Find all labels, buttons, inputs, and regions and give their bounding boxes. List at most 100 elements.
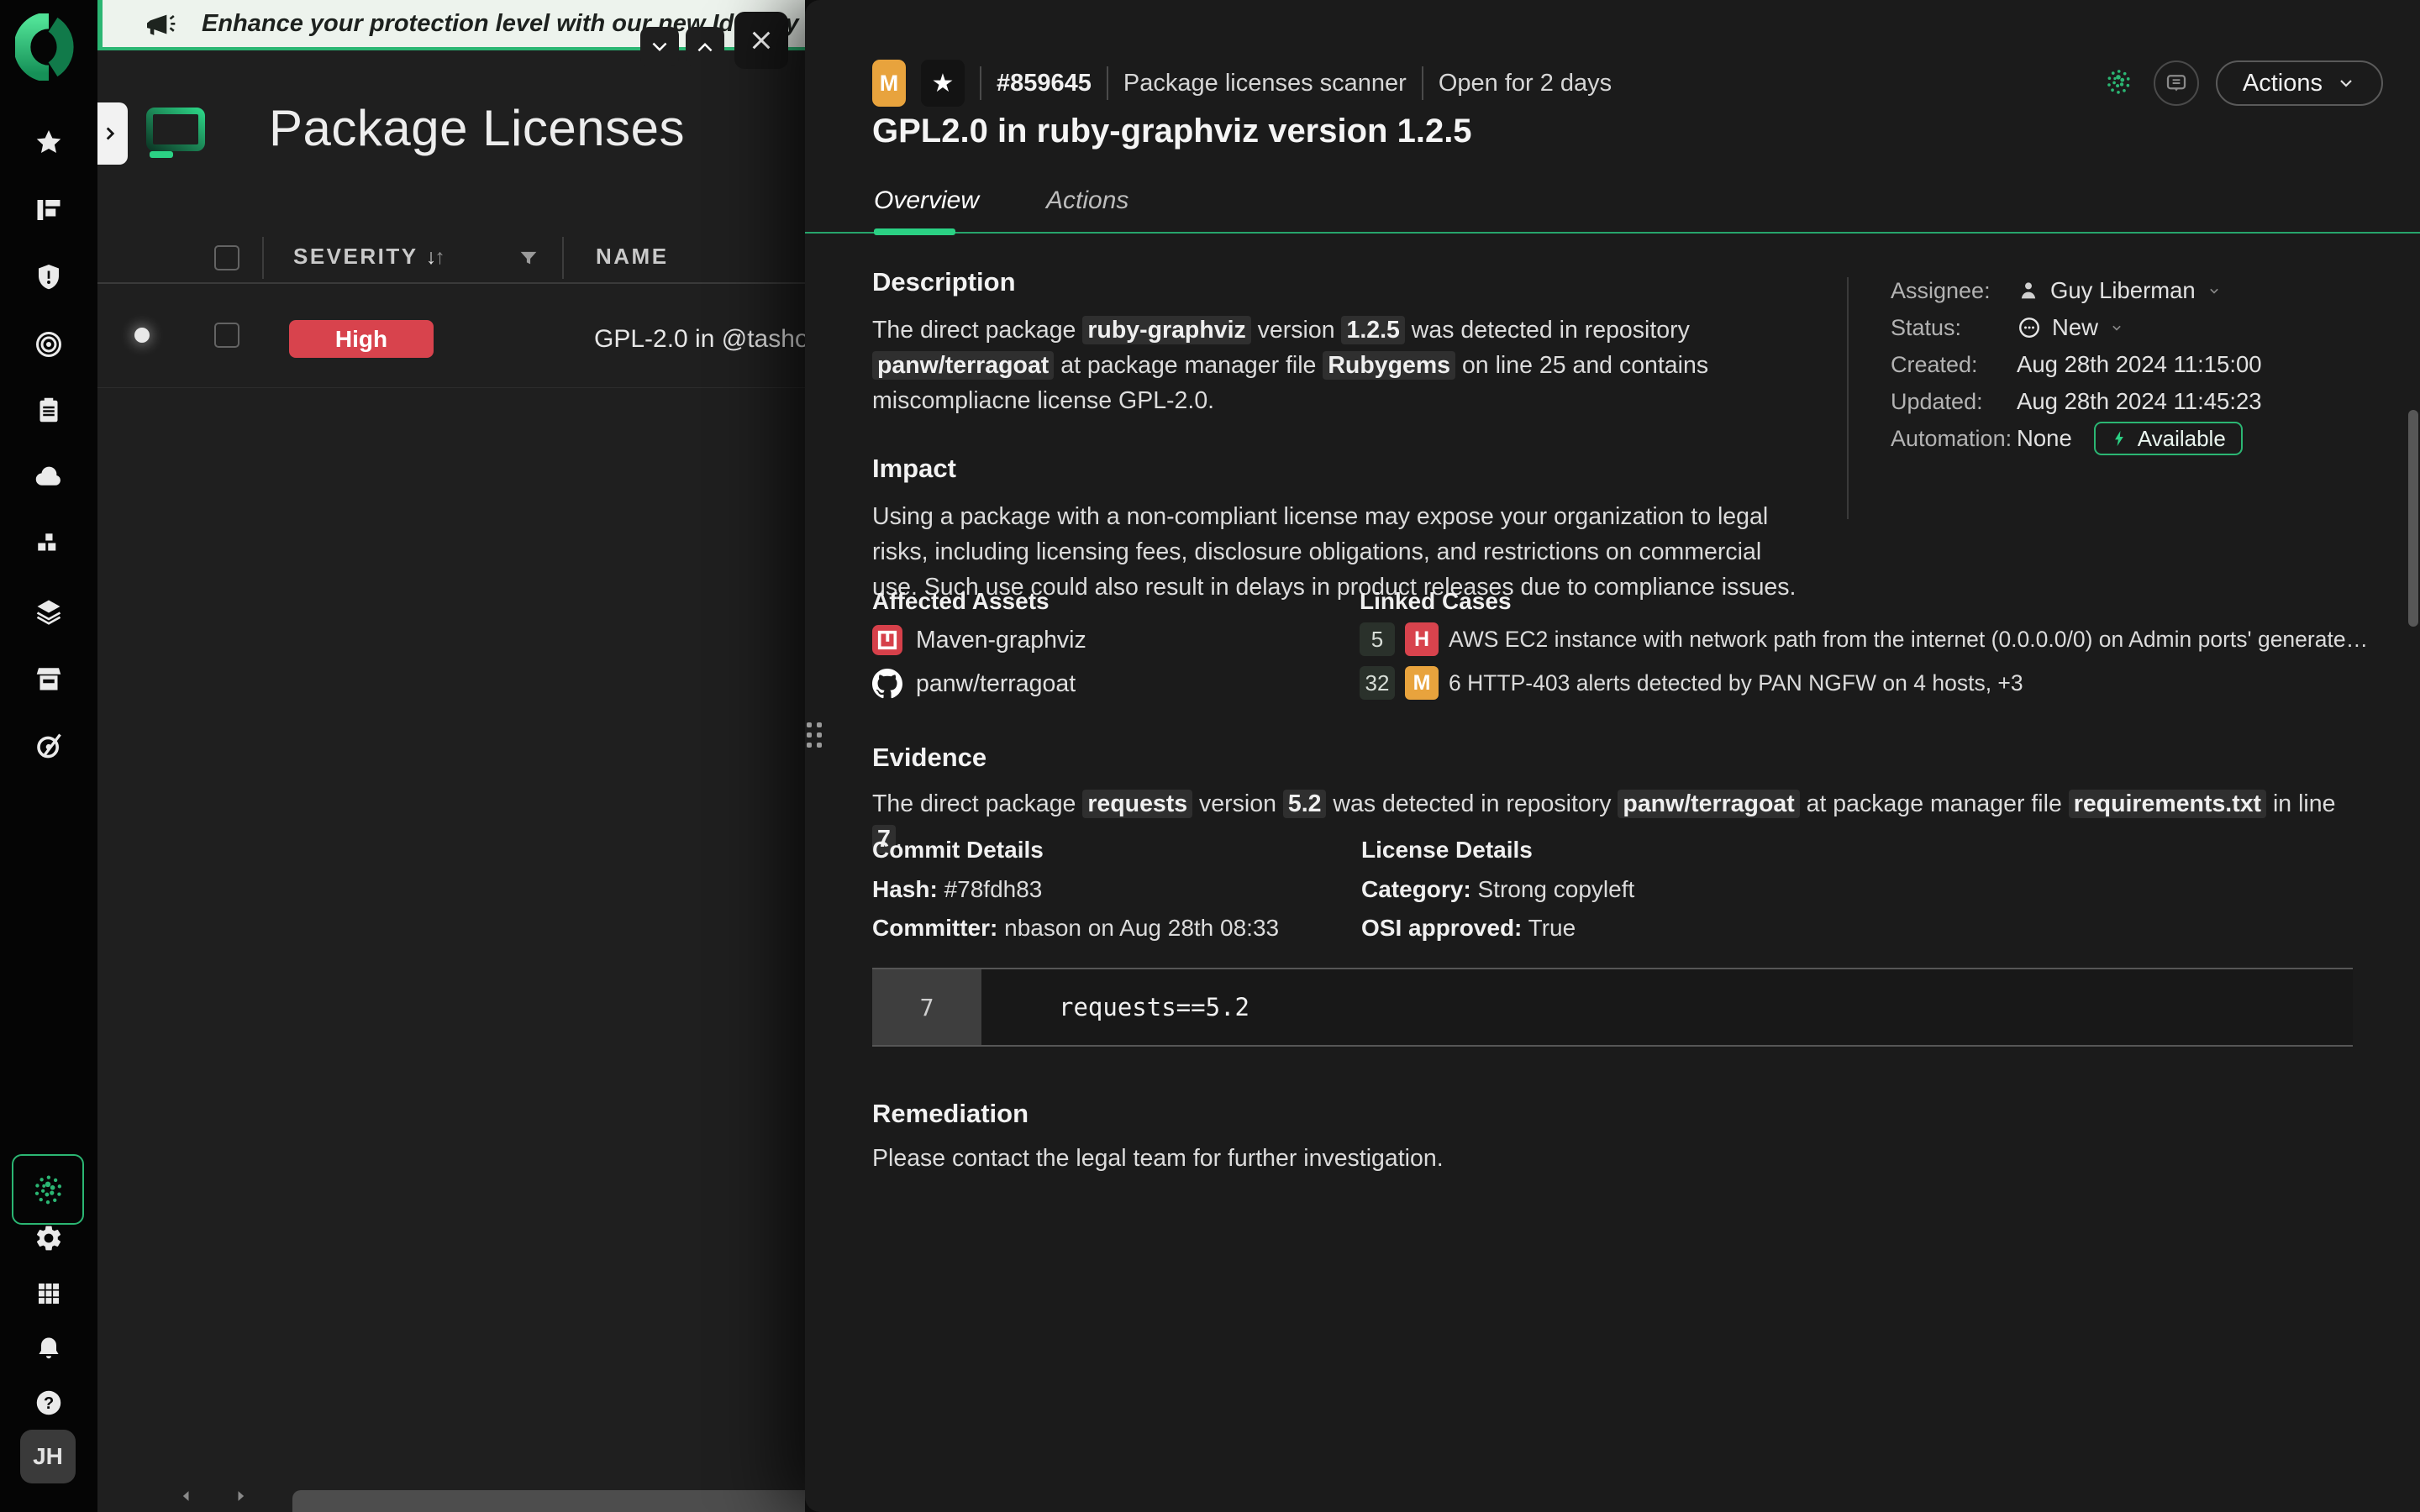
linked-case-item[interactable]: 32 M 6 HTTP-403 alerts detected by PAN N… [1360,664,2376,702]
banner-close-button[interactable] [734,12,788,69]
sidebar-item-explore[interactable] [30,727,67,764]
banner-previous-button[interactable] [686,27,724,66]
expand-sidebar-button[interactable] [97,102,128,165]
brand-logo-icon[interactable] [15,13,82,81]
target-icon [34,329,64,360]
severity-badge: H [1405,622,1439,656]
osi-approved: True [1522,915,1576,941]
table-row[interactable]: High GPL-2.0 in @tashop/c [97,284,805,388]
alert-count-badge: 32 [1360,666,1395,700]
code-line: requests==5.2 [1059,969,1249,1045]
bell-icon [34,1334,64,1364]
person-icon [2017,279,2040,302]
sidebar-item-cloud[interactable] [30,459,67,496]
case-open-duration: Open for 2 days [1439,70,1612,97]
sidebar-item-help[interactable]: ? [30,1384,67,1421]
copilot-spark-icon[interactable] [2100,63,2137,104]
sidebar-item-assets[interactable] [30,526,67,563]
star-button[interactable]: ★ [921,60,965,107]
chevron-down-icon [2108,319,2125,336]
scroll-left-icon[interactable] [178,1488,195,1509]
remediation-text: Please contact the legal team for furthe… [872,1141,2301,1176]
status-value[interactable]: New [2017,314,2125,341]
star-icon [34,128,64,158]
status-row: Status: New [1891,309,2395,346]
severity-badge: M [1405,666,1439,700]
case-header-actions: Actions [2100,59,2383,108]
drag-handle[interactable] [807,722,829,748]
app-root: ? JH Enhance your protection level with … [0,0,2420,1512]
megaphone-icon [143,8,176,42]
scroll-right-icon[interactable] [232,1488,249,1509]
tab-actions[interactable]: Actions [1046,186,1128,215]
alert-count-badge: 5 [1360,622,1395,656]
column-name[interactable]: NAME [596,244,669,270]
overview-main-column: Description The direct package ruby-grap… [872,267,1812,640]
chevron-right-icon [99,123,121,144]
chevron-down-icon [2336,73,2356,93]
row-checkbox[interactable] [214,323,239,348]
github-icon [872,669,902,699]
linked-cases-heading: Linked Cases [1360,588,2376,615]
chevron-up-icon [694,36,716,58]
sidebar-item-notifications[interactable] [30,1331,67,1368]
commit-details: Commit Details Hash: #78fdh83 Committer:… [872,837,1279,941]
table-header: SEVERITY ↓↑ NAME [97,234,805,284]
user-avatar[interactable]: JH [20,1430,76,1483]
license-details: License Details Category: Strong copylef… [1361,837,1634,941]
vertical-scrollbar[interactable] [2408,410,2418,627]
created-row: Created: Aug 28th 2024 11:15:00 [1891,346,2395,383]
sidebar-item-copilot-active[interactable] [12,1154,84,1225]
asset-item[interactable]: Maven-graphviz [872,622,1343,659]
sidebar-item-dashboards[interactable] [30,192,67,228]
sidebar-item-settings[interactable] [30,1220,67,1257]
code-line-number: 7 [872,969,981,1045]
clipboard-icon [34,395,64,425]
horizontal-scrollbar[interactable] [292,1490,805,1512]
tab-overview[interactable]: Overview [874,186,979,215]
sort-icon[interactable]: ↓↑ [426,245,444,269]
blocks-icon [34,529,64,559]
code-snippet: 7 requests==5.2 [872,968,2353,1047]
automation-available-badge[interactable]: Available [2094,422,2243,455]
unread-indicator [134,328,150,343]
actions-button[interactable]: Actions [2216,60,2383,106]
banner-collapse-button[interactable] [640,27,679,66]
select-all-checkbox[interactable] [214,245,239,270]
sidebar-item-cases[interactable] [30,391,67,428]
case-severity-badge: M [872,60,906,107]
layout-icon [34,195,64,225]
page-title: Package Licenses [269,99,685,157]
assignee-value[interactable]: Guy Liberman [2017,277,2223,304]
commit-hash: #78fdh83 [938,876,1043,902]
case-source: Package licenses scanner [1123,70,1407,97]
sidebar-item-attack-surface[interactable] [30,326,67,363]
remediation-section: Remediation Please contact the legal tea… [872,1099,2301,1176]
sidebar-item-apps[interactable] [30,1275,67,1312]
comments-button[interactable] [2154,60,2199,106]
evidence-heading: Evidence [872,743,2368,773]
status-new-icon [2017,315,2042,340]
sidebar-item-policies[interactable] [30,593,67,630]
cloud-icon [34,462,64,492]
active-tab-indicator [874,228,955,235]
package-registry-icon [872,625,902,655]
severity-badge: High [289,320,434,358]
case-metadata: Assignee: Guy Liberman Status: New Creat… [1891,272,2395,457]
asset-item[interactable]: panw/terragoat [872,665,1343,702]
filter-icon[interactable] [517,247,540,275]
issue-name[interactable]: GPL-2.0 in @tashop/c [594,320,805,359]
column-severity[interactable]: SEVERITY ↓↑ [293,244,444,270]
sidebar-item-issues[interactable] [30,259,67,296]
assignee-row: Assignee: Guy Liberman [1891,272,2395,309]
updated-row: Updated: Aug 28th 2024 11:45:23 [1891,383,2395,420]
layers-icon [34,596,64,627]
linked-case-item[interactable]: 5 H AWS EC2 instance with network path f… [1360,620,2376,659]
sidebar-item-favorites[interactable] [30,124,67,161]
created-value: Aug 28th 2024 11:15:00 [2017,351,2262,378]
automation-row: Automation: None Available [1891,420,2395,457]
sidebar-item-marketplace[interactable] [30,660,67,697]
apps-grid-icon [34,1278,64,1309]
compass-icon [34,731,64,761]
license-category: Strong copyleft [1471,876,1635,902]
